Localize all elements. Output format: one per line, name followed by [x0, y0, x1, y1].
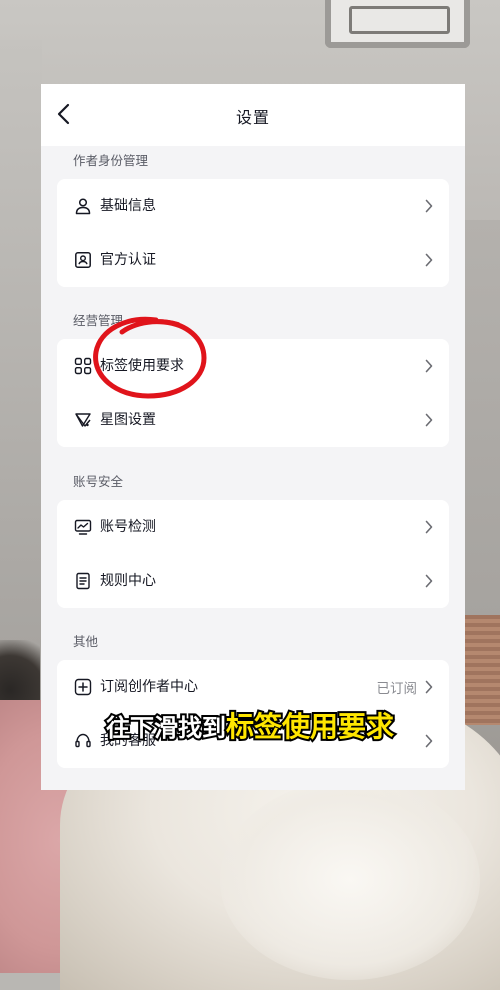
chevron-right-icon	[425, 520, 433, 534]
settings-row-subscribe-creator-center[interactable]: 订阅创作者中心 已订阅	[57, 660, 449, 714]
settings-row-account-check[interactable]: 账号检测	[57, 500, 449, 554]
card-creator: 基础信息 官方认证	[57, 179, 449, 287]
settings-row-star-map[interactable]: 星图设置	[57, 393, 449, 447]
background-fluffy-highlight	[220, 780, 480, 980]
background-wall-right	[464, 220, 500, 620]
settings-row-label: 基础信息	[100, 198, 156, 214]
settings-row-tag-requirements[interactable]: 标签使用要求	[57, 339, 449, 393]
section-label-account: 账号安全	[73, 474, 124, 489]
document-icon	[76, 572, 90, 590]
card-account: 账号检测 规则中心	[57, 500, 449, 608]
chevron-right-icon	[425, 253, 433, 267]
section-label-creator: 作者身份管理	[73, 153, 149, 168]
chevron-right-icon	[425, 359, 433, 373]
headset-icon	[75, 733, 91, 748]
background-wall-left	[0, 40, 42, 690]
page-title: 设置	[235, 108, 270, 127]
chevron-right-icon	[425, 413, 433, 427]
section-label-business: 经营管理	[73, 313, 124, 328]
monitor-chart-icon	[74, 519, 92, 535]
top-navigation-bar: 设置	[41, 84, 465, 146]
settings-screen: 设置 作者身份管理 基础信息 官方认证 经营管理 标签使用要求 星图设置 账号安…	[41, 84, 465, 790]
chevron-right-icon	[425, 574, 433, 588]
chevron-right-icon	[425, 734, 433, 748]
settings-row-label: 账号检测	[100, 519, 156, 535]
ceiling-light	[325, 0, 470, 48]
chevron-right-icon	[425, 199, 433, 213]
settings-row-label: 星图设置	[100, 412, 156, 428]
settings-row-customer-service[interactable]: 我的客服	[57, 714, 449, 768]
subscription-status: 已订阅	[376, 681, 418, 697]
plus-square-icon	[74, 678, 92, 696]
section-label-other: 其他	[73, 634, 99, 649]
background-curtain	[464, 615, 500, 725]
chevron-right-icon	[425, 680, 433, 694]
settings-row-official-verification[interactable]: 官方认证	[57, 233, 449, 287]
user-icon	[75, 198, 91, 215]
settings-row-basic-info[interactable]: 基础信息	[57, 179, 449, 233]
settings-row-label: 标签使用要求	[100, 358, 184, 374]
id-badge-icon	[75, 252, 91, 268]
settings-row-label: 我的客服	[100, 733, 156, 749]
settings-row-rule-center[interactable]: 规则中心	[57, 554, 449, 608]
card-other: 订阅创作者中心 已订阅 我的客服	[57, 660, 449, 768]
settings-row-label: 官方认证	[100, 252, 156, 268]
settings-row-label: 订阅创作者中心	[100, 679, 198, 695]
star-map-icon	[75, 413, 91, 427]
settings-row-label: 规则中心	[100, 573, 156, 589]
grid-apps-icon	[74, 357, 92, 375]
card-business: 标签使用要求 星图设置	[57, 339, 449, 447]
